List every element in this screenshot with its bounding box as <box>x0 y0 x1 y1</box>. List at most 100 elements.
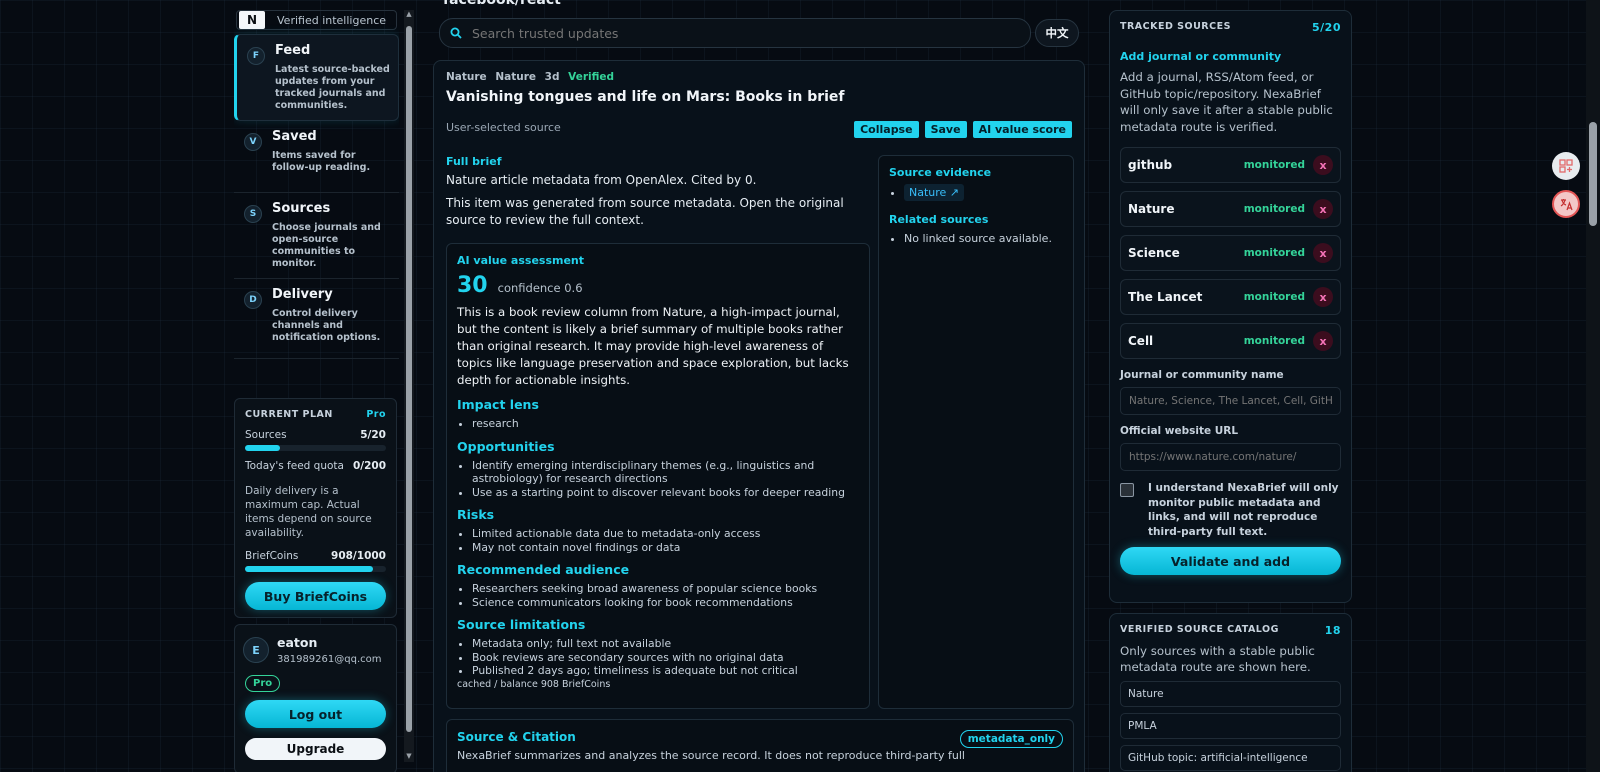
ai-value-score-button[interactable]: AI value score <box>972 121 1072 138</box>
save-button[interactable]: Save <box>924 121 967 138</box>
language-toggle-button[interactable]: 中文 <box>1035 19 1079 47</box>
list-item: Nature ↗ <box>904 184 1063 201</box>
tracked-count: 5/20 <box>1312 21 1341 34</box>
source-name: Science <box>1128 246 1180 260</box>
close-icon[interactable]: x <box>1313 155 1333 175</box>
sidebar-item-title: Sources <box>272 201 331 216</box>
quota-value: 0/200 <box>352 460 386 472</box>
catalog-count: 18 <box>1324 624 1341 637</box>
main-content: facebook/react 中文 Nature Nature 3d Verif… <box>431 0 1103 772</box>
source-name: github <box>1128 158 1173 172</box>
article-card: Nature Nature 3d Verified Vanishing tong… <box>433 60 1085 772</box>
search-row: 中文 <box>439 18 1079 48</box>
source-status: monitored <box>1243 247 1305 259</box>
brand[interactable]: N Verified intelligence <box>236 10 397 30</box>
catalog-desc: Only sources with a stable public metada… <box>1120 644 1315 674</box>
catalog-item[interactable]: PMLA <box>1120 713 1341 739</box>
close-icon[interactable]: x <box>1313 243 1333 263</box>
sidebar-item-title: Saved <box>272 129 317 144</box>
citation-text: NexaBrief summarizes and analyzes the so… <box>457 749 965 762</box>
plan-tier: Pro <box>366 409 386 420</box>
repo-title: facebook/react <box>443 0 561 8</box>
source-note: User-selected source <box>446 121 561 134</box>
tracked-sources-card: TRACKED SOURCES 5/20 Add journal or comm… <box>1109 10 1352 603</box>
close-icon[interactable]: x <box>1313 199 1333 219</box>
consent-text: I understand NexaBrief will only monitor… <box>1148 482 1339 538</box>
tracked-source-row: github monitored x <box>1120 147 1341 183</box>
source-name-input[interactable] <box>1129 395 1332 407</box>
translate-glyph-icon <box>1560 199 1573 211</box>
source-url-input[interactable] <box>1129 451 1332 463</box>
catalog-item[interactable]: GitHub topic: artificial-intelligence <box>1120 745 1341 771</box>
page-scroll-thumb[interactable] <box>1589 122 1597 226</box>
coins-value: 908/1000 <box>331 550 386 562</box>
nature-source-link[interactable]: Nature ↗ <box>904 184 965 201</box>
sidebar-scroll-thumb[interactable] <box>406 26 412 732</box>
search-input[interactable] <box>472 25 992 41</box>
close-icon[interactable]: x <box>1313 287 1333 307</box>
limitations-heading: Source limitations <box>457 617 586 632</box>
validate-and-add-button[interactable]: Validate and add <box>1120 547 1341 575</box>
sources-value: 5/20 <box>360 429 386 441</box>
logout-button[interactable]: Log out <box>245 700 386 728</box>
user-email: 381989261@qq.com <box>277 654 382 665</box>
opportunities-heading: Opportunities <box>457 438 555 454</box>
apps-icon[interactable] <box>1552 152 1580 180</box>
source-evidence-card: Source evidence Nature ↗ Related sources… <box>878 155 1074 709</box>
sources-label: Sources <box>245 429 287 441</box>
current-plan-card: CURRENT PLAN Pro Sources 5/20 Today's fe… <box>234 398 397 618</box>
name-field[interactable] <box>1120 387 1341 415</box>
catalog-item[interactable]: Nature <box>1120 681 1341 707</box>
scroll-down-icon[interactable]: ▼ <box>405 752 413 762</box>
brief-line-2: This item was generated from source meta… <box>446 196 844 227</box>
coins-progress-fill <box>245 566 374 572</box>
upgrade-button[interactable]: Upgrade <box>245 738 386 760</box>
evidence-list: Nature ↗ <box>889 184 1063 201</box>
article-title[interactable]: Vanishing tongues and life on Mars: Book… <box>446 89 845 105</box>
citation-card: Source & Citation NexaBrief summarizes a… <box>446 719 1074 772</box>
sidebar: N Verified intelligence F Feed Latest so… <box>234 10 399 772</box>
translate-icon[interactable] <box>1552 190 1580 218</box>
scroll-up-icon[interactable]: ▲ <box>405 10 413 20</box>
consent-checkbox[interactable] <box>1120 483 1134 497</box>
related-sources-heading: Related sources <box>889 213 989 226</box>
ai-assessment-card: AI value assessment 30 confidence 0.6 Th… <box>446 243 870 709</box>
impact-list: research <box>457 417 859 431</box>
list-item: Published 2 days ago; timeliness is adeq… <box>472 664 859 678</box>
list-item: Metadata only; full text not available <box>472 637 859 651</box>
add-source-title: Add journal or community <box>1120 50 1282 63</box>
collapse-button[interactable]: Collapse <box>854 121 919 138</box>
page-scrollbar[interactable] <box>1586 0 1600 772</box>
list-item: Limited actionable data due to metadata-… <box>472 527 859 541</box>
user-plan-badge: Pro <box>245 675 281 692</box>
article-meta: Nature Nature 3d Verified <box>446 71 619 83</box>
article-actions: Collapse Save AI value score <box>854 121 1072 138</box>
ai-heading: AI value assessment <box>457 254 585 267</box>
saved-icon: V <box>244 133 262 151</box>
sidebar-item-delivery[interactable]: D Delivery Control delivery channels and… <box>234 279 399 359</box>
sidebar-item-desc: Latest source-backed updates from your t… <box>275 64 390 111</box>
apps-grid-icon <box>1559 159 1573 173</box>
sidebar-item-title: Delivery <box>272 287 333 302</box>
buy-briefcoins-button[interactable]: Buy BriefCoins <box>245 582 386 610</box>
ai-score-row: 30 confidence 0.6 <box>457 273 859 298</box>
close-icon[interactable]: x <box>1313 331 1333 351</box>
list-item: Use as a starting point to discover rele… <box>472 486 859 500</box>
avatar: E <box>243 637 269 663</box>
quota-label: Today's feed quota <box>245 460 344 472</box>
user-name: eaton <box>277 635 318 650</box>
sidebar-item-saved[interactable]: V Saved Items saved for follow-up readin… <box>234 121 399 193</box>
search-field[interactable] <box>439 18 1031 48</box>
add-source-desc: Add a journal, RSS/Atom feed, or GitHub … <box>1120 70 1333 134</box>
related-list: No linked source available. <box>889 231 1063 246</box>
url-field[interactable] <box>1120 443 1341 471</box>
sidebar-scrollbar[interactable]: ▲ ▼ <box>404 10 414 762</box>
sidebar-item-sources[interactable]: S Sources Choose journals and open-sourc… <box>234 193 399 279</box>
coins-progress <box>245 566 386 572</box>
sidebar-item-feed[interactable]: F Feed Latest source-backed updates from… <box>234 34 399 121</box>
source-status: monitored <box>1243 159 1305 171</box>
cached-balance: cached / balance 908 BriefCoins <box>457 678 611 690</box>
source-status: monitored <box>1243 335 1305 347</box>
tracked-source-row: The Lancet monitored x <box>1120 279 1341 315</box>
brand-tagline: Verified intelligence <box>277 13 387 27</box>
